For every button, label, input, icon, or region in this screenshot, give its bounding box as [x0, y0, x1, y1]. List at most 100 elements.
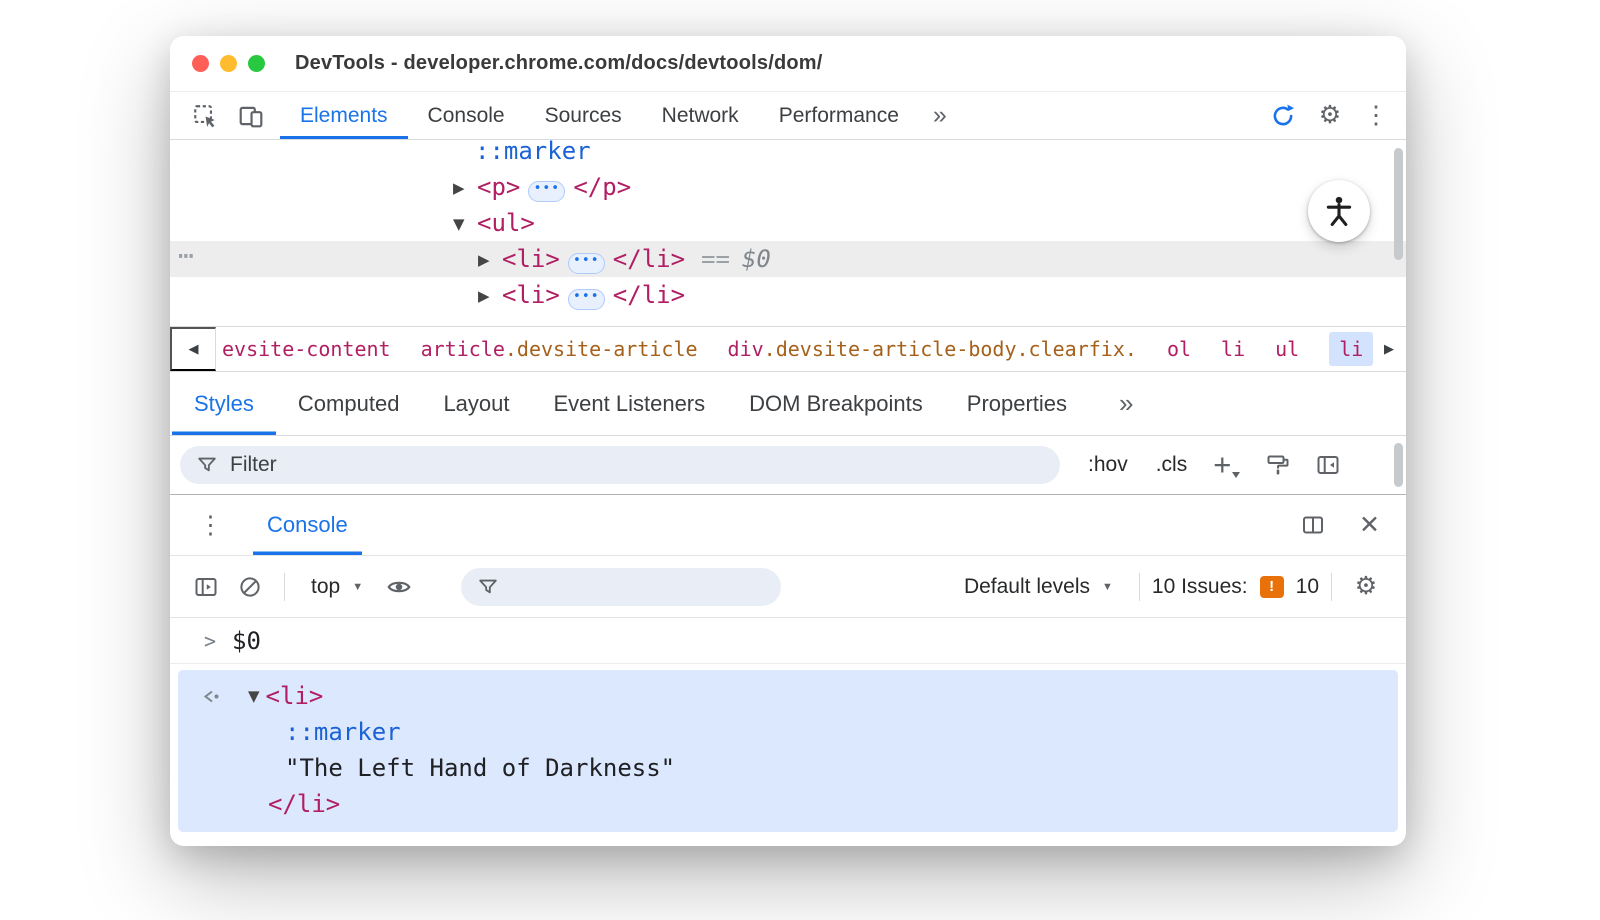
breadcrumb-item[interactable]: div.devsite-article-body.clearfix.: [728, 337, 1137, 361]
inspect-element-icon[interactable]: [182, 92, 228, 139]
pseudo-element-label: ::marker: [475, 140, 591, 165]
styles-filter-input[interactable]: [230, 453, 1044, 477]
console-evaluated-expression[interactable]: > $0: [170, 618, 1406, 664]
toolbar-divider: [284, 572, 285, 601]
console-filter-field[interactable]: [461, 567, 782, 606]
elements-scrollbar[interactable]: [1394, 148, 1403, 260]
tab-properties[interactable]: Properties: [945, 372, 1089, 435]
minimize-window-button[interactable]: [220, 55, 237, 72]
drawer-tab-console[interactable]: Console: [253, 495, 362, 555]
toggle-sidebar-button[interactable]: [1316, 453, 1340, 477]
result-line-text-node[interactable]: "The Left Hand of Darkness": [178, 750, 1398, 786]
breadcrumb-item[interactable]: article.devsite-article: [421, 337, 698, 361]
tab-elements[interactable]: Elements: [280, 92, 408, 139]
issues-counter[interactable]: 10 Issues: ! 10: [1152, 575, 1319, 599]
panel-tabs: Elements Console Sources Network Perform…: [280, 92, 961, 139]
tree-row-li[interactable]: ▶ <li> ••• </li>: [170, 277, 1406, 313]
sync-icon: [1273, 104, 1295, 125]
breadcrumb-item[interactable]: evsite-content: [222, 337, 391, 361]
styles-sidebar-tabs: Styles Computed Layout Event Listeners D…: [170, 372, 1406, 436]
tab-network[interactable]: Network: [642, 92, 759, 139]
more-sidebar-tabs-icon[interactable]: »: [1099, 372, 1153, 435]
sync-extension-icon[interactable]: [1260, 103, 1306, 129]
console-sidebar-icon: [195, 577, 217, 596]
tab-event-listeners[interactable]: Event Listeners: [532, 372, 728, 435]
split-panel-icon: [1303, 516, 1324, 534]
toolbar-right-controls: ⚙ ⋮: [1260, 92, 1406, 139]
close-window-button[interactable]: [192, 55, 209, 72]
expand-arrow-icon[interactable]: ▶: [478, 242, 502, 278]
window-titlebar: DevTools - developer.chrome.com/docs/dev…: [170, 36, 1406, 92]
expand-arrow-icon[interactable]: ▶: [453, 170, 477, 206]
console-prompt-chevron: >: [204, 628, 217, 653]
device-icon: [239, 106, 263, 127]
console-settings-gear-icon[interactable]: ⚙: [1344, 574, 1388, 599]
toggle-hover-state-button[interactable]: :hov: [1088, 453, 1128, 477]
rendering-emulation-button[interactable]: [1266, 453, 1290, 477]
breadcrumb-scroll-left-icon[interactable]: ◀: [170, 327, 216, 371]
console-sidebar-button[interactable]: [184, 567, 228, 607]
tree-row-p[interactable]: ▶ <p> ••• </p>: [170, 169, 1406, 205]
toggle-class-button[interactable]: .cls: [1156, 453, 1188, 477]
elements-panel: ::marker ▶ <p> ••• </p> ▼ <ul> ⋯ ▶ <li> ••• </l…: [170, 140, 1406, 326]
tab-sources[interactable]: Sources: [525, 92, 642, 139]
more-options-icon[interactable]: ⋮: [1354, 103, 1398, 128]
javascript-context-selector[interactable]: top ▼: [297, 575, 377, 599]
result-line-li-close[interactable]: </li>: [178, 786, 1398, 822]
settings-gear-icon[interactable]: ⚙: [1308, 103, 1352, 128]
accessibility-explorer-button[interactable]: [1308, 180, 1370, 242]
breadcrumb-bar: ◀ evsite-content article.devsite-article…: [170, 326, 1406, 372]
console-result-block[interactable]: ▼ <li> ::marker "The Left Hand of Darkne…: [178, 670, 1398, 832]
window-title: DevTools - developer.chrome.com/docs/dev…: [295, 52, 823, 74]
issues-label: 10 Issues:: [1151, 574, 1248, 598]
tab-styles[interactable]: Styles: [172, 372, 276, 435]
styles-toolbar: :hov .cls +: [170, 436, 1406, 494]
toolbar-divider: [1138, 572, 1140, 601]
devtools-window: DevTools - developer.chrome.com/docs/dev…: [170, 36, 1406, 846]
filter-funnel-icon: [479, 579, 497, 593]
fullscreen-window-button[interactable]: [248, 55, 265, 72]
clear-console-button[interactable]: [228, 567, 272, 607]
breadcrumb-scroll-right-icon[interactable]: ▶: [1376, 328, 1402, 370]
tree-row-li-selected[interactable]: ⋯ ▶ <li> ••• </li> == $0: [170, 241, 1406, 277]
collapse-arrow-icon[interactable]: ▼: [453, 206, 477, 242]
tab-dom-breakpoints[interactable]: DOM Breakpoints: [727, 372, 945, 435]
drawer-header-controls: ✕: [1291, 495, 1386, 555]
screenshot-canvas: DevTools - developer.chrome.com/docs/dev…: [0, 0, 1600, 920]
equals-sign: ==: [701, 245, 730, 273]
inline-expand-button[interactable]: •••: [567, 289, 605, 310]
tab-computed[interactable]: Computed: [276, 372, 422, 435]
dom-tree: ::marker ▶ <p> ••• </p> ▼ <ul> ⋯ ▶ <li> ••• </l…: [170, 140, 1406, 313]
tree-row-ul[interactable]: ▼ <ul>: [170, 205, 1406, 241]
devtools-main-toolbar: Elements Console Sources Network Perform…: [170, 92, 1406, 140]
close-drawer-icon[interactable]: ✕: [1359, 512, 1380, 538]
expand-arrow-icon[interactable]: ▶: [478, 278, 502, 314]
breadcrumb-item[interactable]: ul: [1275, 337, 1299, 361]
accessibility-person-icon: [1326, 196, 1352, 227]
result-line-marker[interactable]: ::marker: [178, 714, 1398, 750]
tab-performance[interactable]: Performance: [759, 92, 919, 139]
result-line-li-open[interactable]: ▼ <li>: [178, 678, 1398, 714]
tree-row-marker-pseudo[interactable]: ::marker: [170, 140, 1406, 169]
caret-down-icon: ▼: [1102, 580, 1113, 593]
collapse-arrow-icon[interactable]: ▼: [248, 678, 260, 714]
more-panels-icon[interactable]: »: [919, 92, 961, 139]
inline-expand-button[interactable]: •••: [528, 181, 566, 202]
create-live-expression-button[interactable]: [377, 567, 421, 607]
console-filter-input[interactable]: [511, 574, 766, 599]
inline-expand-button[interactable]: •••: [567, 253, 605, 274]
styles-scrollbar[interactable]: [1394, 443, 1403, 487]
split-panel-button[interactable]: [1291, 505, 1335, 545]
styles-filter-field[interactable]: [180, 446, 1060, 484]
breadcrumb-item[interactable]: li: [1221, 337, 1245, 361]
tab-layout[interactable]: Layout: [421, 372, 531, 435]
breadcrumb-item-selected[interactable]: li: [1329, 332, 1374, 366]
drawer-menu-icon[interactable]: ⋮: [190, 495, 231, 555]
traffic-lights: [192, 55, 265, 72]
breadcrumb-item[interactable]: ol: [1167, 337, 1191, 361]
console-toolbar-right: Default levels ▼ 10 Issues: ! 10 ⚙: [950, 572, 1388, 601]
tab-console[interactable]: Console: [408, 92, 525, 139]
log-levels-selector[interactable]: Default levels ▼: [950, 575, 1127, 599]
device-toolbar-icon[interactable]: [228, 92, 274, 139]
new-style-rule-button[interactable]: +: [1213, 449, 1241, 480]
